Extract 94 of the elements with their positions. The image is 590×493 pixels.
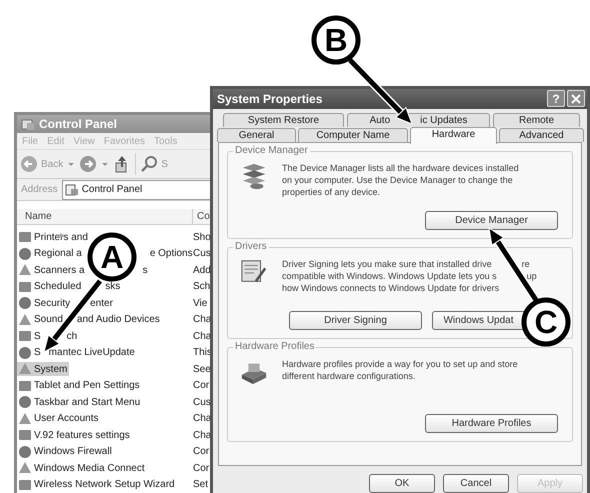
- control-panel-item[interactable]: Regional a: [17, 246, 84, 261]
- control-panel-item[interactable]: Security: [17, 296, 72, 310]
- sort-icon: [57, 232, 65, 238]
- applet-icon: [18, 428, 32, 442]
- applet-icon: [18, 312, 32, 327]
- table-cell-text: Cor: [192, 380, 210, 392]
- group-label: Device Manager: [233, 144, 310, 156]
- applet-icon: [18, 395, 32, 410]
- item-label-fragment: and Audio Devices: [76, 314, 160, 326]
- window-title: Control Panel: [39, 117, 118, 132]
- table-cell-text: Cus: [192, 248, 212, 260]
- caret-icon[interactable]: [101, 160, 110, 168]
- group-label: Drivers: [233, 240, 269, 252]
- tab[interactable]: Auto ic Updates: [347, 112, 490, 127]
- control-panel-item[interactable]: V.92 features settings: [17, 428, 132, 442]
- close-icon: [571, 94, 581, 104]
- item-label-fragment: s: [142, 264, 148, 276]
- close-button[interactable]: [567, 90, 585, 108]
- item-label-fragment: mantec LiveUpdate: [48, 347, 135, 358]
- column-header[interactable]: Co: [193, 209, 210, 224]
- applet-icon: [18, 296, 32, 310]
- applet-icon: [18, 362, 32, 376]
- dialog-button[interactable]: Hardware Profiles: [425, 414, 558, 433]
- applet-icon: [18, 263, 32, 278]
- control-panel-item[interactable]: System: [17, 362, 70, 376]
- table-cell-text: Vie: [192, 298, 208, 309]
- table-cell-text: Sch: [192, 281, 212, 292]
- table-cell-text: Cus: [192, 396, 212, 408]
- tab[interactable]: Remote: [493, 112, 580, 127]
- window-title: System Properties: [217, 92, 324, 106]
- column-header[interactable]: Name: [17, 209, 193, 224]
- description-text: how Windows connects to Windows Update for drivers: [282, 282, 500, 294]
- control-panel-item[interactable]: Scanners a: [17, 263, 87, 278]
- help-button[interactable]: ?: [547, 90, 565, 108]
- folder-icon: [21, 117, 35, 132]
- control-panel-item[interactable]: Taskbar and Start Menu: [17, 395, 142, 410]
- applet-icon: [18, 444, 32, 459]
- item-label-fragment: sks: [105, 281, 120, 292]
- control-panel-item[interactable]: S: [17, 346, 43, 360]
- dialog-button[interactable]: Driver Signing: [289, 310, 422, 330]
- dialog-button[interactable]: Device Manager: [425, 210, 558, 230]
- control-panel-item[interactable]: Windows Media Connect: [17, 461, 147, 476]
- applet-icon: [18, 246, 32, 261]
- table-cell-text: Add: [192, 264, 212, 276]
- description-text: up: [526, 270, 537, 282]
- applet-icon: [18, 412, 32, 426]
- table-cell-text: Cor: [192, 462, 210, 474]
- applet-icon: [18, 329, 32, 344]
- tab[interactable]: General: [217, 128, 296, 142]
- item-label-fragment: e Options: [150, 248, 193, 260]
- tab[interactable]: Computer Name: [298, 128, 408, 142]
- tab[interactable]: Hardware: [410, 126, 497, 144]
- applet-icon: [18, 280, 32, 294]
- table-cell-text: Sho: [192, 232, 212, 243]
- control-panel-item[interactable]: User Accounts: [17, 412, 100, 426]
- control-panel-item[interactable]: Scheduled: [17, 280, 84, 294]
- group-label: Hardware Profiles: [233, 340, 316, 352]
- applet-icon: [18, 461, 32, 476]
- table-cell-text: See: [192, 364, 212, 375]
- tab[interactable]: Advanced: [499, 128, 584, 142]
- table-cell-text: Set: [192, 479, 210, 490]
- description-text: re: [522, 258, 530, 270]
- callout-badge: A: [88, 232, 136, 282]
- folder-icon: [64, 182, 79, 197]
- description-text: properties of any device.: [282, 186, 380, 198]
- description-text: on your computer. Use the Device Manager to change the: [282, 174, 513, 186]
- dialog-button[interactable]: Cancel: [443, 474, 509, 493]
- caret-icon[interactable]: [67, 160, 76, 168]
- callout-badge: B: [312, 16, 360, 64]
- control-panel-item[interactable]: S: [17, 329, 43, 344]
- control-panel-item[interactable]: Tablet and Pen Settings: [17, 378, 142, 393]
- description-text: Driver Signing lets you make sure that installed drive: [282, 258, 492, 270]
- item-label-fragment: enter: [90, 298, 113, 309]
- control-panel-item[interactable]: Windows Firewall: [17, 444, 114, 459]
- control-panel-item[interactable]: Sound: [17, 312, 65, 327]
- item-label-fragment: ch: [66, 330, 78, 342]
- description-text: compatible with Windows. Windows Update lets you s: [282, 270, 497, 282]
- dialog-button[interactable]: Windows Updat: [432, 310, 524, 330]
- search-icon: [140, 155, 158, 174]
- forward-icon[interactable]: [79, 155, 98, 174]
- tab[interactable]: System Restore: [223, 112, 344, 127]
- pointer-arrow: [347, 57, 413, 125]
- address-label: Address: [21, 184, 58, 196]
- applet-icon: [18, 378, 32, 393]
- description-text: The Device Manager lists all the hardware devices installed: [282, 162, 519, 174]
- description-text: different hardware configurations.: [282, 370, 416, 382]
- control-panel-item[interactable]: Wireless Network Setup Wizard: [17, 478, 177, 492]
- description-text: Hardware profiles provide a way for you to set up and store: [282, 358, 518, 370]
- device-manager-icon: [240, 162, 268, 190]
- dialog-button[interactable]: OK: [369, 474, 435, 493]
- table-cell-text: Cor: [192, 446, 210, 458]
- applet-icon: [18, 230, 32, 244]
- callout-badge: C: [522, 298, 570, 346]
- applet-icon: [18, 346, 32, 360]
